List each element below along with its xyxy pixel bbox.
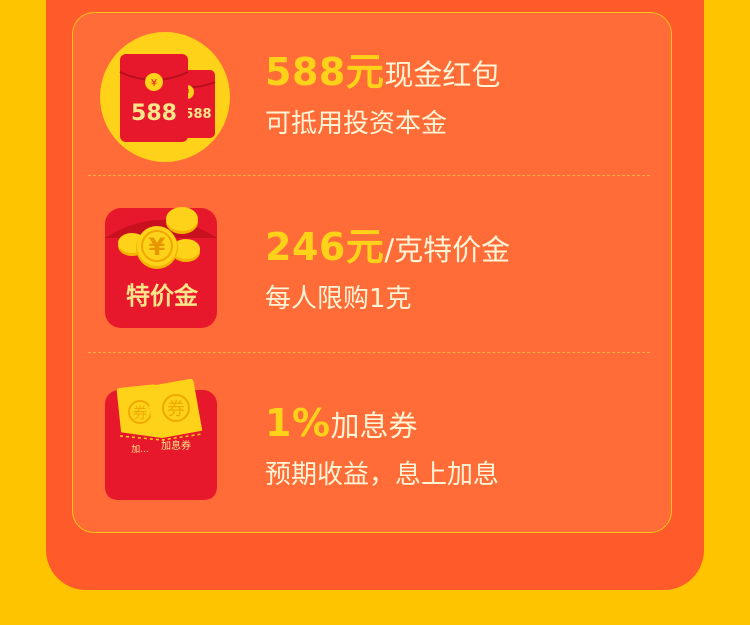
red-envelope-icon: ¥ 588 ¥ 588 <box>100 32 230 162</box>
ticket-char: 券 <box>132 404 147 422</box>
offer-headline: 588元现金红包 <box>265 53 500 91</box>
gold-coins-envelope-icon: ¥ 特价金 <box>102 202 232 332</box>
offer-description: 可抵用投资本金 <box>265 109 448 139</box>
offer-cash-red-envelope[interactable]: ¥ 588 ¥ 588 588元现金红包 可抵用投资本金 <box>72 12 672 182</box>
ticket-char: 券 <box>167 399 185 420</box>
offer-discount-gold[interactable]: ¥ 特价金 246元/克特价金 每人限购1克 <box>72 188 672 358</box>
offer-text: 246元/克特价金 每人限购1克 <box>265 228 510 315</box>
envelope-amount: 588 <box>131 101 177 126</box>
offer-interest-coupon[interactable]: 券 券 加息券 加... 1%加息券 预期收益，息上加息 <box>72 362 672 532</box>
offer-title: 加息券 <box>330 409 418 443</box>
offer-description: 预期收益，息上加息 <box>265 460 500 490</box>
dashed-divider <box>88 352 650 353</box>
offer-amount: 1% <box>265 401 331 445</box>
offer-amount: 588元 <box>265 50 385 94</box>
offer-title: /克特价金 <box>384 233 511 267</box>
envelope-label: 特价金 <box>126 282 199 310</box>
dashed-divider <box>88 175 650 176</box>
offer-text: 588元现金红包 可抵用投资本金 <box>265 53 500 140</box>
offer-headline: 1%加息券 <box>265 404 499 442</box>
currency-sign: ¥ <box>149 233 166 261</box>
coupon-envelope-icon: 券 券 加息券 加... <box>102 378 232 508</box>
offer-text: 1%加息券 预期收益，息上加息 <box>265 404 499 491</box>
offer-headline: 246元/克特价金 <box>265 228 510 266</box>
coupon-label: 加息券 <box>161 439 191 452</box>
currency-sign: ¥ <box>151 78 157 89</box>
back-envelope-amount: 588 <box>184 107 211 122</box>
offer-title: 现金红包 <box>384 58 501 92</box>
offer-description: 每人限购1克 <box>265 284 412 314</box>
offer-amount: 246元 <box>265 225 385 269</box>
coupon-label-back: 加... <box>131 444 149 455</box>
